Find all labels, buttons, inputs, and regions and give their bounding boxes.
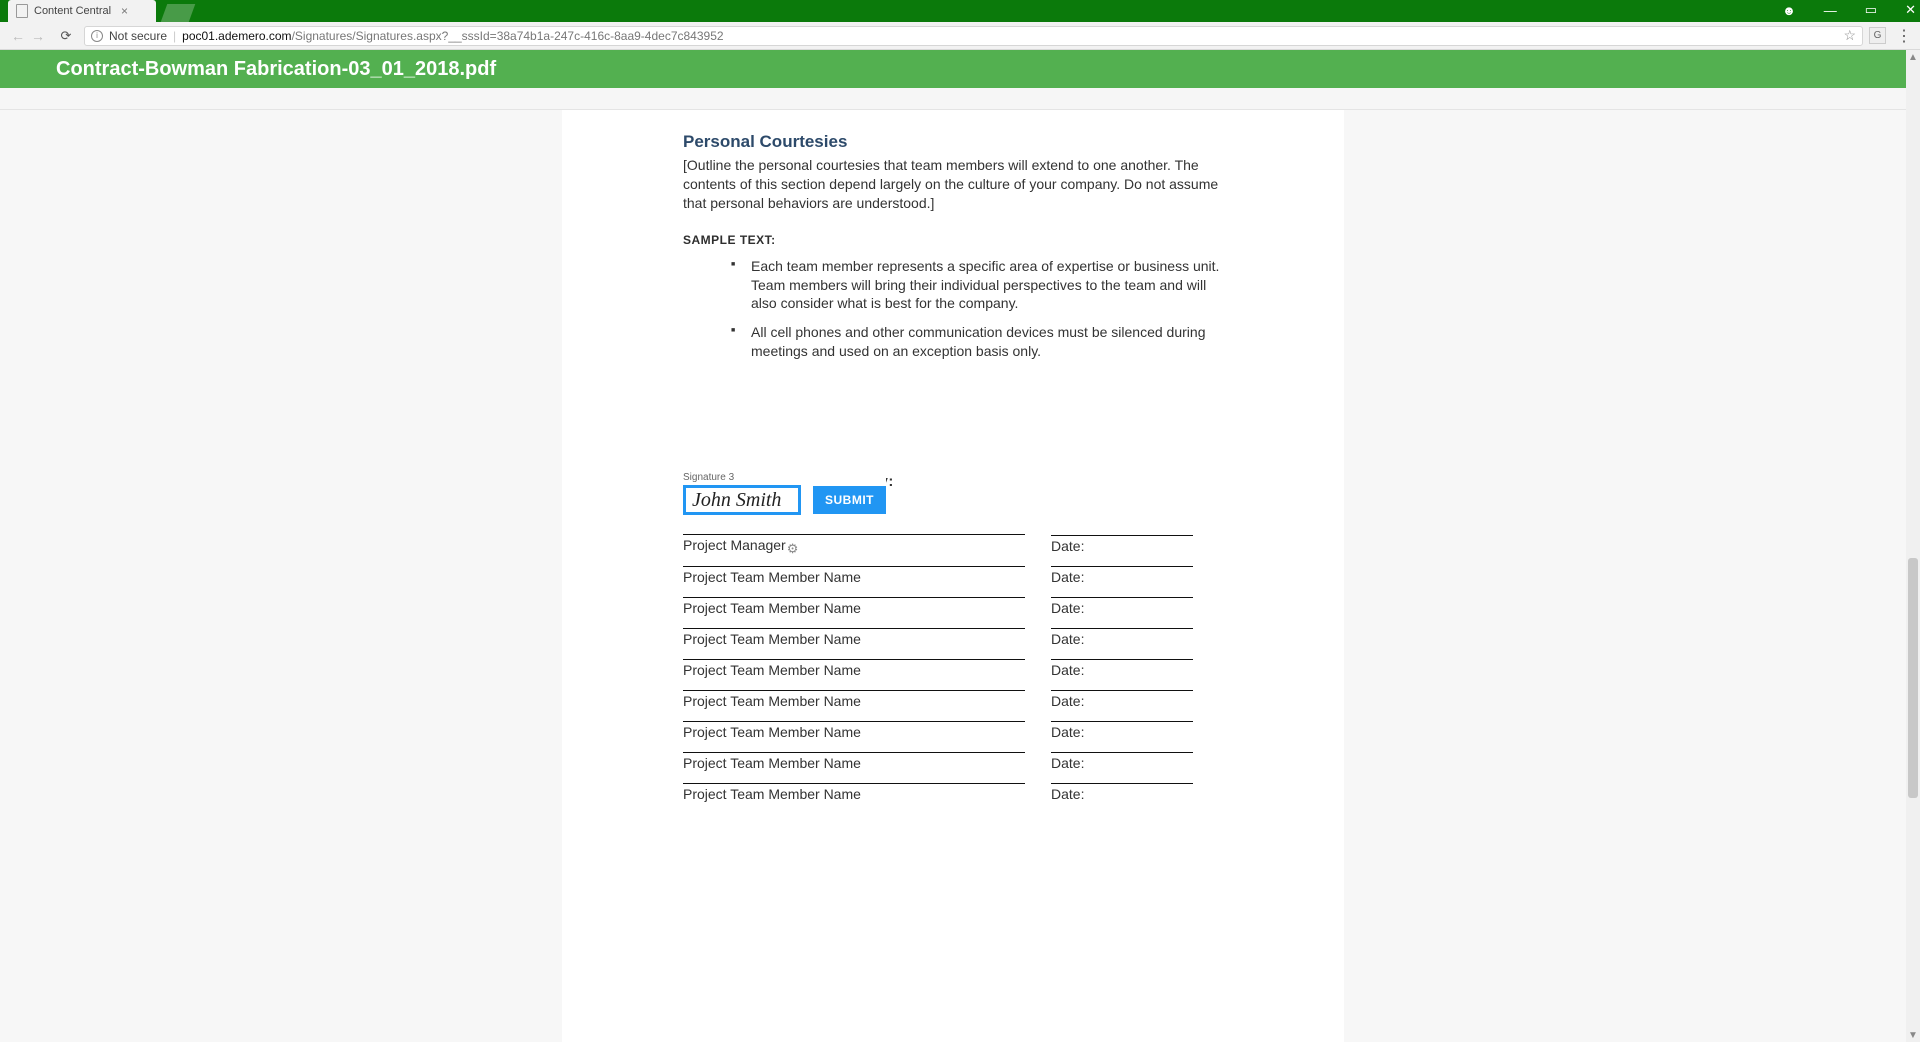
- page-icon: [16, 4, 28, 18]
- date-line: Date:: [1051, 690, 1193, 721]
- scroll-down-arrow-icon[interactable]: ▼: [1906, 1028, 1920, 1042]
- name-line: Project Team Member Name: [683, 628, 1025, 659]
- scroll-up-arrow-icon[interactable]: ▲: [1906, 50, 1920, 64]
- signature-row: Project Team Member Name Date:: [683, 628, 1223, 659]
- name-line: Project Team Member Name: [683, 566, 1025, 597]
- date-line: Date:: [1051, 752, 1193, 783]
- signature-field-wrapper: Signature 3 SUBMIT: [683, 472, 886, 515]
- date-line: Date:: [1051, 566, 1193, 597]
- name-line: Project Team Member Name: [683, 690, 1025, 721]
- date-line: Date:: [1051, 783, 1193, 814]
- date-line: Date:: [1051, 721, 1193, 752]
- name-line: Project Manager⚙: [683, 534, 1025, 566]
- vertical-scrollbar[interactable]: ▲ ▼: [1906, 50, 1920, 1042]
- pdf-page: Personal Courtesies [Outline the persona…: [562, 110, 1344, 1042]
- scrollbar-thumb[interactable]: [1908, 558, 1918, 798]
- document-header: Contract-Bowman Fabrication-03_01_2018.p…: [0, 50, 1920, 88]
- new-tab-button[interactable]: [161, 4, 196, 22]
- window-titlebar: Content Central × ☻ — ▭ ✕: [0, 0, 1920, 22]
- date-line: Date:: [1051, 659, 1193, 690]
- url-input[interactable]: i Not secure | poc01.ademero.com/Signatu…: [84, 26, 1863, 46]
- signature-row: Project Team Member Name Date:: [683, 690, 1223, 721]
- window-controls: ☻ — ▭ ✕: [1782, 2, 1916, 18]
- url-domain: poc01.ademero.com: [182, 29, 291, 43]
- address-bar: ← → ⟳ i Not secure | poc01.ademero.com/S…: [0, 22, 1920, 50]
- date-line: Date:: [1051, 628, 1193, 659]
- signature-row: Project Team Member Name Date:: [683, 783, 1223, 814]
- forward-button[interactable]: →: [28, 28, 48, 44]
- signature-row: Project Manager⚙ Date:: [683, 534, 1223, 566]
- tab-title: Content Central: [34, 5, 111, 17]
- user-icon[interactable]: ☻: [1782, 3, 1796, 18]
- bookmark-star-icon[interactable]: ☆: [1843, 27, 1856, 44]
- back-button[interactable]: ←: [8, 28, 28, 44]
- info-icon[interactable]: i: [91, 30, 103, 42]
- section-heading: Personal Courtesies: [683, 132, 1223, 152]
- signature-row: Project Team Member Name Date:: [683, 721, 1223, 752]
- document-filename: Contract-Bowman Fabrication-03_01_2018.p…: [56, 58, 496, 81]
- tab-close-button[interactable]: ×: [121, 4, 128, 18]
- signature-row: Project Team Member Name Date:: [683, 659, 1223, 690]
- name-line: Project Team Member Name: [683, 752, 1025, 783]
- name-line: Project Team Member Name: [683, 783, 1025, 814]
- signature-field-label: Signature 3: [683, 472, 886, 483]
- signature-input[interactable]: [683, 485, 801, 515]
- bullet-list: Each team member represents a specific a…: [731, 257, 1223, 361]
- date-line: Date:: [1051, 597, 1193, 628]
- bullet-item: Each team member represents a specific a…: [731, 257, 1223, 314]
- not-secure-label: Not secure: [109, 29, 167, 43]
- browser-tab[interactable]: Content Central ×: [8, 0, 156, 22]
- reload-button[interactable]: ⟳: [56, 28, 76, 44]
- document-canvas: Personal Courtesies [Outline the persona…: [0, 110, 1906, 1042]
- url-path: /Signatures/Signatures.aspx?__sssId=38a7…: [292, 29, 724, 43]
- name-line: Project Team Member Name: [683, 597, 1025, 628]
- date-line: Date:: [1051, 535, 1193, 566]
- signature-row: Project Team Member Name Date:: [683, 597, 1223, 628]
- sample-text-label: SAMPLE TEXT:: [683, 233, 1223, 247]
- name-line: Project Team Member Name: [683, 721, 1025, 752]
- minimize-button[interactable]: —: [1824, 3, 1837, 18]
- signature-lines: Project Manager⚙ Date: Project Team Memb…: [683, 534, 1223, 814]
- separator: |: [173, 29, 176, 43]
- close-window-button[interactable]: ✕: [1905, 2, 1916, 18]
- signature-row: Project Team Member Name Date:: [683, 566, 1223, 597]
- maximize-button[interactable]: ▭: [1865, 2, 1877, 18]
- role-label: Project Manager: [683, 537, 786, 553]
- browser-menu-button[interactable]: ⋮: [1896, 26, 1912, 46]
- gear-icon[interactable]: ⚙: [787, 541, 799, 557]
- translate-button[interactable]: G: [1869, 27, 1886, 44]
- section-intro: [Outline the personal courtesies that te…: [683, 156, 1223, 213]
- header-spacer: [0, 88, 1920, 110]
- name-line: Project Team Member Name: [683, 659, 1025, 690]
- bullet-item: All cell phones and other communication …: [731, 323, 1223, 361]
- submit-button[interactable]: SUBMIT: [813, 486, 886, 514]
- signature-row: Project Team Member Name Date:: [683, 752, 1223, 783]
